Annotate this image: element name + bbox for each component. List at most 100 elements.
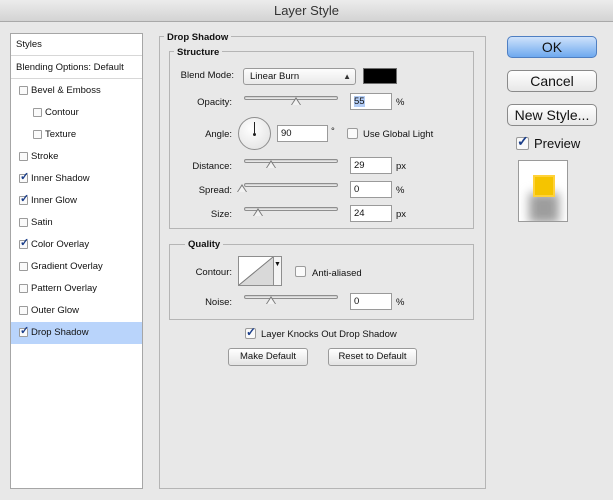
style-preview-thumbnail	[518, 160, 568, 222]
style-item-checkbox[interactable]	[19, 218, 28, 227]
style-item-checkbox[interactable]	[33, 130, 42, 139]
style-item-label: Pattern Overlay	[31, 283, 97, 294]
size-slider-thumb[interactable]	[253, 208, 263, 216]
distance-slider[interactable]	[244, 159, 338, 163]
style-item-inner-glow[interactable]: ✓ Inner Glow	[11, 190, 142, 212]
style-item-checkbox[interactable]: ✓	[19, 171, 30, 183]
size-value: 24	[354, 208, 365, 219]
distance-slider-thumb[interactable]	[266, 160, 276, 168]
distance-value: 29	[354, 160, 365, 171]
angle-label: Angle:	[205, 129, 232, 140]
spread-slider-thumb[interactable]	[237, 184, 247, 192]
contour-picker[interactable]	[238, 256, 274, 286]
opacity-input[interactable]: 55	[350, 93, 392, 110]
make-default-button[interactable]: Make Default	[228, 348, 308, 366]
style-item-checkbox[interactable]	[19, 306, 28, 315]
style-item-inner-shadow[interactable]: ✓ Inner Shadow	[11, 168, 142, 190]
use-global-light-label: Use Global Light	[363, 129, 434, 140]
angle-dial[interactable]	[238, 117, 271, 150]
panel-title: Drop Shadow	[164, 32, 232, 43]
noise-slider-thumb[interactable]	[266, 296, 276, 304]
style-item-checkbox[interactable]: ✓	[19, 325, 30, 337]
style-item-color-overlay[interactable]: ✓ Color Overlay	[11, 234, 142, 256]
knockout-label: Layer Knocks Out Drop Shadow	[261, 329, 397, 340]
use-global-light-checkbox[interactable]	[347, 128, 358, 139]
blending-options-item[interactable]: Blending Options: Default	[11, 57, 142, 79]
style-item-label: Texture	[45, 129, 77, 140]
spread-label: Spread:	[198, 185, 232, 196]
size-unit: px	[396, 209, 407, 220]
size-input[interactable]: 24	[350, 205, 392, 222]
ok-button[interactable]: OK	[507, 36, 597, 58]
style-item-label: Stroke	[31, 151, 59, 162]
distance-label: Distance:	[192, 161, 232, 172]
spread-input[interactable]: 0	[350, 181, 392, 198]
style-item-checkbox[interactable]	[19, 284, 28, 293]
checkmark-icon: ✓	[20, 171, 30, 183]
anti-aliased-label: Anti-aliased	[312, 268, 362, 279]
style-item-label: Satin	[31, 217, 53, 228]
new-style-button[interactable]: New Style...	[507, 104, 597, 126]
contour-curve-icon	[239, 257, 273, 285]
preview-checkbox[interactable]: ✓	[516, 133, 529, 150]
style-item-checkbox[interactable]	[19, 152, 28, 161]
spread-slider[interactable]	[244, 183, 338, 187]
knockout-checkbox[interactable]: ✓	[245, 325, 257, 339]
noise-value: 0	[354, 296, 360, 307]
contour-dropdown-arrow-icon[interactable]: ▼	[274, 256, 282, 286]
blend-mode-value: Linear Burn	[250, 71, 300, 82]
noise-slider[interactable]	[244, 295, 338, 299]
style-item-satin[interactable]: Satin	[11, 212, 142, 234]
shadow-color-swatch[interactable]	[363, 68, 397, 84]
style-item-checkbox[interactable]	[19, 86, 28, 95]
style-item-stroke[interactable]: Stroke	[11, 146, 142, 168]
style-item-label: Inner Shadow	[31, 173, 90, 184]
style-item-contour[interactable]: Contour	[11, 102, 142, 124]
styles-list: Styles Blending Options: Default Bevel &…	[10, 33, 143, 489]
noise-unit: %	[396, 297, 405, 308]
size-label: Size:	[210, 209, 232, 220]
preview-label: Preview	[534, 136, 581, 151]
style-item-checkbox[interactable]	[33, 108, 42, 117]
preview-shadow	[529, 193, 559, 221]
style-item-checkbox[interactable]: ✓	[19, 237, 29, 249]
angle-input[interactable]: 90	[277, 125, 328, 142]
blend-mode-label: Blend Mode:	[180, 70, 234, 81]
angle-unit: °	[331, 126, 335, 137]
style-item-drop-shadow[interactable]: ✓ Drop Shadow	[11, 322, 142, 344]
contour-label: Contour:	[195, 267, 232, 278]
structure-title: Structure	[174, 47, 223, 58]
style-item-label: Outer Glow	[31, 305, 80, 316]
style-item-label: Bevel & Emboss	[31, 85, 101, 96]
opacity-label: Opacity:	[197, 97, 232, 108]
style-item-checkbox[interactable]: ✓	[19, 193, 29, 205]
spread-unit: %	[396, 185, 405, 196]
quality-title: Quality	[185, 239, 224, 250]
cancel-button[interactable]: Cancel	[507, 70, 597, 92]
spread-value: 0	[354, 184, 360, 195]
blend-mode-select[interactable]: Linear Burn ▲	[243, 68, 356, 85]
style-item-bevel-emboss[interactable]: Bevel & Emboss	[11, 80, 142, 102]
style-item-gradient-overlay[interactable]: Gradient Overlay	[11, 256, 142, 278]
opacity-value: 55	[354, 96, 365, 107]
checkmark-icon: ✓	[517, 133, 529, 149]
style-item-label: Contour	[45, 107, 79, 118]
style-item-outer-glow[interactable]: Outer Glow	[11, 300, 142, 322]
quality-group	[169, 244, 474, 320]
noise-input[interactable]: 0	[350, 293, 392, 310]
angle-value: 90	[281, 128, 292, 139]
distance-input[interactable]: 29	[350, 157, 392, 174]
anti-aliased-checkbox[interactable]	[295, 266, 306, 277]
style-item-pattern-overlay[interactable]: Pattern Overlay	[11, 278, 142, 300]
style-item-texture[interactable]: Texture	[11, 124, 142, 146]
checkmark-icon: ✓	[20, 325, 30, 337]
noise-label: Noise:	[205, 297, 232, 308]
reset-to-default-button[interactable]: Reset to Default	[328, 348, 417, 366]
opacity-slider-thumb[interactable]	[291, 97, 301, 105]
style-item-checkbox[interactable]	[19, 262, 28, 271]
checkmark-icon: ✓	[246, 325, 257, 339]
style-item-label: Inner Glow	[31, 195, 77, 206]
styles-list-header[interactable]: Styles	[11, 34, 142, 56]
preview-swatch	[533, 175, 555, 197]
style-item-label: Gradient Overlay	[31, 261, 103, 272]
